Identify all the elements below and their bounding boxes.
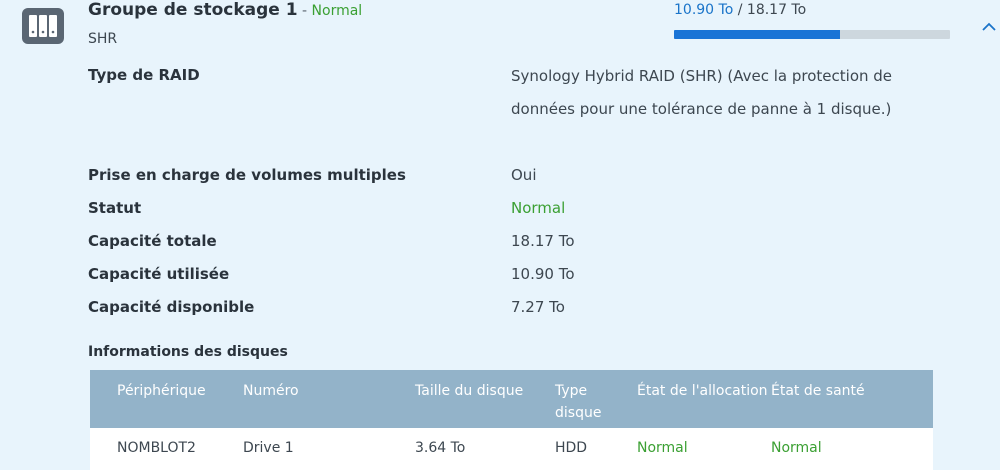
- column-header-size[interactable]: Taille du disque: [415, 370, 555, 428]
- usage-total: 18.17 To: [746, 2, 807, 18]
- cell-allocation: Normal: [637, 428, 771, 470]
- pool-raid-short: SHR: [88, 31, 118, 47]
- usage-summary: 10.90 To / 18.17 To: [674, 2, 806, 18]
- total-capacity-value: 18.17 To: [511, 232, 575, 250]
- status-value: Normal: [511, 199, 566, 217]
- total-capacity-label: Capacité totale: [88, 232, 217, 250]
- used-capacity-value: 10.90 To: [511, 265, 575, 283]
- free-capacity-value: 7.27 To: [511, 298, 565, 316]
- storage-pool-icon: [22, 8, 64, 44]
- disk-table: Périphérique Numéro Taille du disque Typ…: [90, 370, 933, 470]
- chevron-up-icon[interactable]: [980, 18, 998, 36]
- raid-type-label: Type de RAID: [88, 66, 200, 84]
- usage-separator: /: [733, 2, 747, 18]
- cell-type: HDD: [555, 428, 637, 470]
- cell-size: 3.64 To: [415, 428, 555, 470]
- usage-bar: [674, 30, 950, 39]
- used-capacity-label: Capacité utilisée: [88, 265, 230, 283]
- multi-volume-value: Oui: [511, 166, 537, 184]
- title-separator: -: [297, 3, 312, 19]
- column-header-allocation[interactable]: État de l'allocation: [637, 370, 771, 428]
- column-header-number[interactable]: Numéro: [243, 370, 415, 428]
- table-row[interactable]: NOMBLOT2 Drive 1 3.64 To HDD Normal Norm…: [90, 428, 933, 470]
- pool-title: Groupe de stockage 1 - Normal: [88, 0, 362, 20]
- column-header-type[interactable]: Type disque: [555, 370, 637, 428]
- raid-type-value: Synology Hybrid RAID (SHR) (Avec la prot…: [511, 67, 893, 118]
- cell-number: Drive 1: [243, 428, 415, 470]
- cell-device: NOMBLOT2: [90, 428, 243, 470]
- status-label: Statut: [88, 199, 142, 217]
- column-header-health[interactable]: État de santé: [771, 370, 933, 428]
- disk-info-heading: Informations des disques: [88, 344, 288, 360]
- usage-used: 10.90 To: [674, 2, 734, 18]
- free-capacity-label: Capacité disponible: [88, 298, 255, 316]
- usage-bar-fill: [674, 30, 840, 39]
- column-header-device[interactable]: Périphérique: [90, 370, 243, 428]
- pool-name: Groupe de stockage 1: [88, 0, 298, 20]
- pool-status: Normal: [311, 3, 363, 19]
- table-header-row: Périphérique Numéro Taille du disque Typ…: [90, 370, 933, 428]
- multi-volume-label: Prise en charge de volumes multiples: [88, 166, 406, 184]
- cell-health: Normal: [771, 428, 933, 470]
